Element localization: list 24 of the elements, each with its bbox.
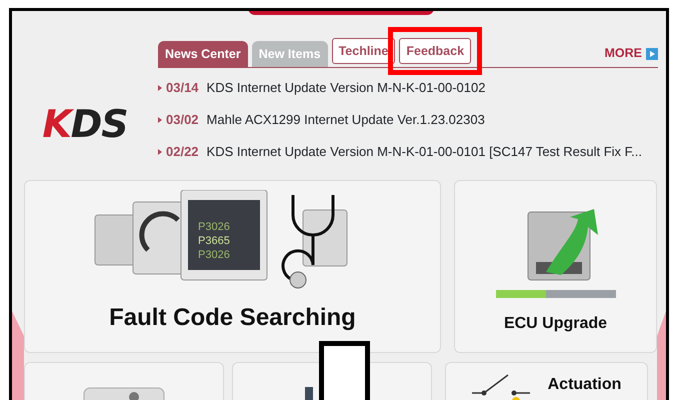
news-date: 03/14 <box>166 79 199 98</box>
tab[interactable]: Techline <box>332 38 396 64</box>
news-link[interactable]: KDS Internet Update Version M-N-K-01-00-0101 [SC147 Test Result Fix F... <box>206 142 642 162</box>
tile[interactable]: Actuation <box>445 362 648 400</box>
news-link[interactable]: Mahle ACX1299 Internet Update Ver.1.23.02303 <box>206 110 485 130</box>
bullet-icon <box>158 117 162 123</box>
tile-label: Actuation <box>548 375 622 395</box>
news-date: 02/22 <box>166 143 199 162</box>
bullet-icon <box>158 149 162 155</box>
bullet-icon <box>158 85 162 91</box>
more-link[interactable]: MORE <box>604 44 658 63</box>
tile[interactable]: P3026 P3665 P3026 Fault Code Searching <box>24 180 441 353</box>
tab[interactable]: News Center <box>158 40 248 67</box>
dark-edge-drawing <box>305 387 313 400</box>
tile-label: Fault Code Searching <box>109 303 356 333</box>
fault-code-drawing: P3026 P3665 P3026 <box>92 190 372 290</box>
logo: KDS <box>42 102 128 146</box>
tile-label: ECU Upgrade <box>504 314 608 334</box>
tab[interactable]: Feedback <box>399 38 472 64</box>
switch-icon <box>472 373 532 400</box>
news-date: 03/02 <box>166 111 199 130</box>
tile[interactable]: ECU Upgrade <box>454 180 657 353</box>
play-icon <box>646 48 658 60</box>
news-link[interactable]: KDS Internet Update Version M-N-K-01-00-0102 <box>206 78 486 98</box>
